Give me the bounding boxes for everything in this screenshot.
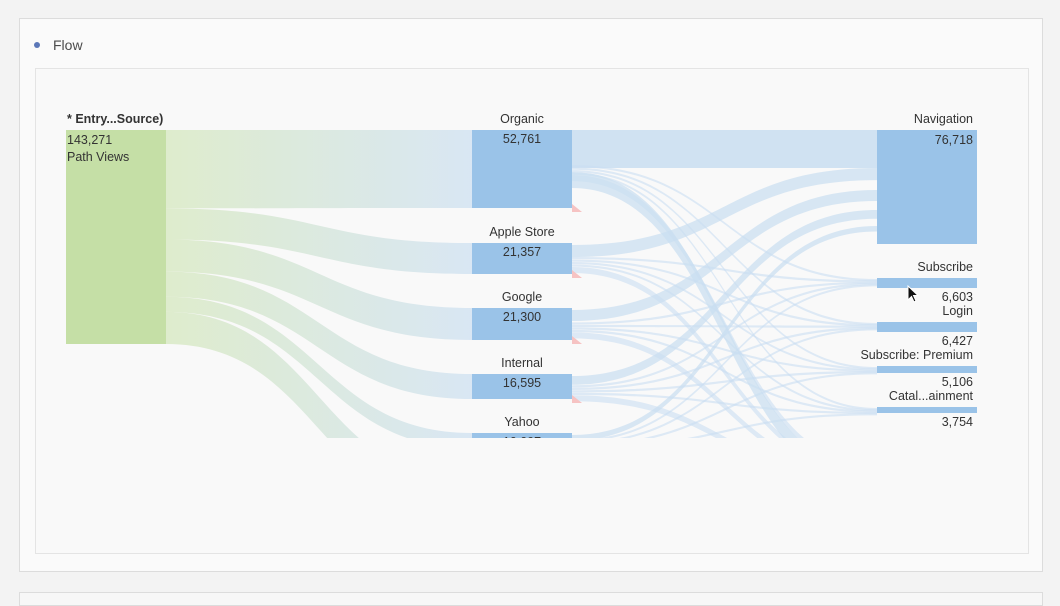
right-node-label-0: Navigation bbox=[914, 112, 973, 126]
middle-node-label-2: Google bbox=[502, 290, 542, 304]
mouse-pointer-icon bbox=[907, 285, 919, 303]
right-node-2 bbox=[877, 322, 977, 332]
middle-node-label-1: Apple Store bbox=[489, 225, 554, 239]
flow-diagram[interactable]: * Entry...Source) 143,271 Path Views Organi… bbox=[19, 18, 979, 438]
right-node-value-4: 3,754 bbox=[942, 415, 973, 429]
middle-to-right-links bbox=[572, 130, 877, 438]
entry-links bbox=[166, 130, 472, 438]
entry-node-label: * Entry...Source) bbox=[67, 112, 163, 126]
middle-node-value-1: 21,357 bbox=[503, 245, 541, 259]
right-node-label-2: Login bbox=[942, 304, 973, 318]
right-node-value-2: 6,427 bbox=[942, 334, 973, 348]
right-node-label-1: Subscribe bbox=[917, 260, 973, 274]
right-node-label-4: Catal...ainment bbox=[889, 389, 974, 403]
right-node-1 bbox=[877, 278, 977, 288]
middle-node-value-2: 21,300 bbox=[503, 310, 541, 324]
link-organic-navigation bbox=[572, 130, 877, 168]
right-node-0 bbox=[877, 130, 977, 244]
entry-node-sublabel: Path Views bbox=[67, 150, 129, 164]
middle-node-value-3: 16,595 bbox=[503, 376, 541, 390]
right-node-4 bbox=[877, 407, 977, 413]
right-node-value-3: 5,106 bbox=[942, 375, 973, 389]
right-node-3 bbox=[877, 366, 977, 373]
link-m2-r5 bbox=[572, 332, 766, 438]
middle-node-value-0: 52,761 bbox=[503, 132, 541, 146]
right-node-value-1: 6,603 bbox=[942, 290, 973, 304]
middle-node-label-0: Organic bbox=[500, 112, 544, 126]
exit-marker-0 bbox=[572, 204, 582, 212]
right-node-label-3: Subscribe: Premium bbox=[860, 348, 973, 362]
right-node-value-0: 76,718 bbox=[935, 133, 973, 147]
middle-node-label-3: Internal bbox=[501, 356, 543, 370]
entry-node-value: 143,271 bbox=[67, 133, 112, 147]
middle-node-label-4: Yahoo bbox=[504, 415, 539, 429]
middle-node-value-4: 10,097 bbox=[503, 435, 541, 438]
entry-link-0 bbox=[166, 130, 472, 209]
link-m4-r4 bbox=[687, 413, 877, 438]
